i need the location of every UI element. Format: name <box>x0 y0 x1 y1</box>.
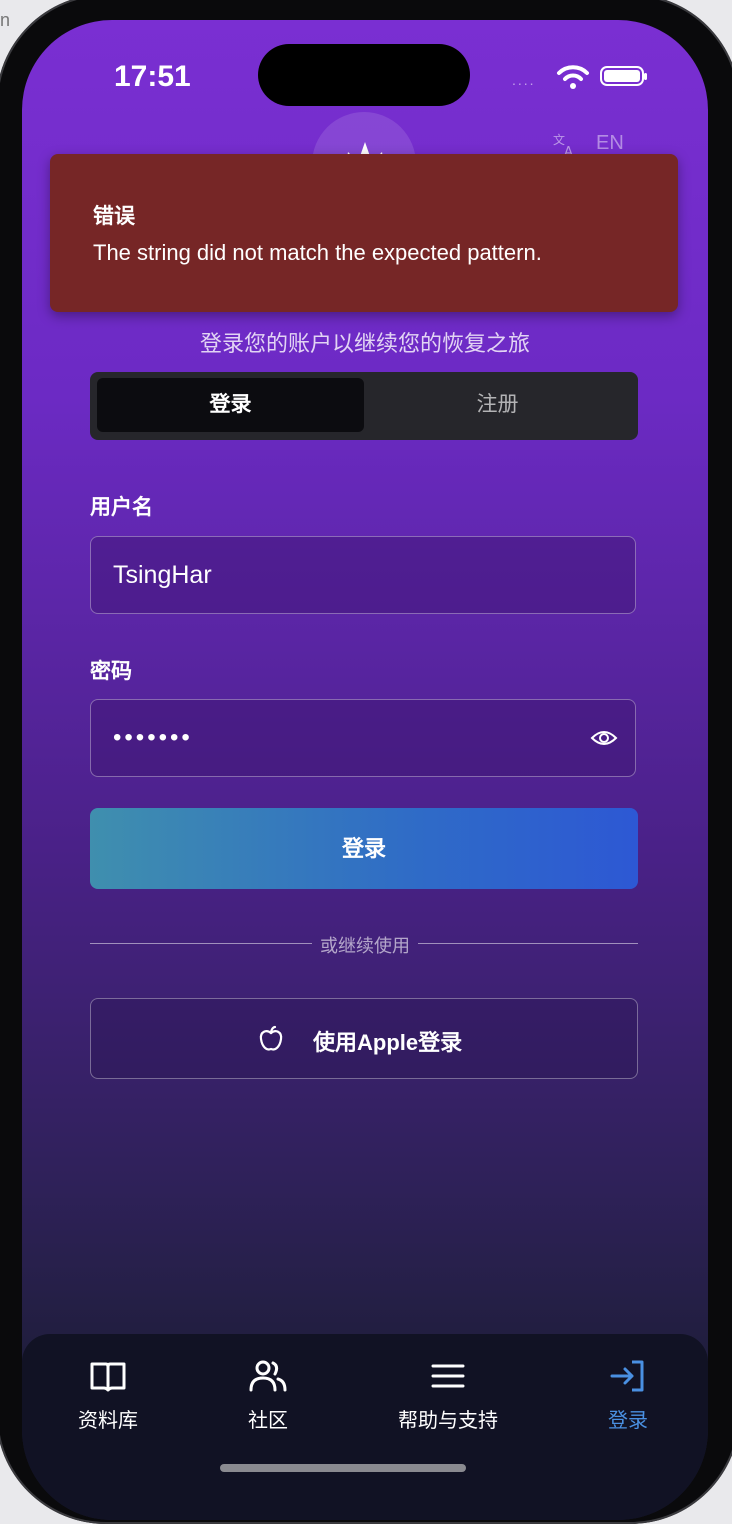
tab-help-label: 帮助与支持 <box>398 1410 498 1432</box>
password-input[interactable]: ••••••• <box>90 699 636 777</box>
battery-icon <box>600 66 647 86</box>
language-toggle[interactable]: EN <box>596 132 624 155</box>
signal-icon: .... <box>512 72 536 88</box>
dynamic-island <box>258 44 470 106</box>
error-title: 错误 <box>93 205 135 228</box>
tab-login-nav-label: 登录 <box>608 1410 648 1432</box>
users-icon <box>249 1360 287 1392</box>
book-icon <box>90 1362 126 1392</box>
login-submit-button[interactable]: 登录 <box>90 808 638 889</box>
login-subtitle: 登录您的账户以继续您的恢复之旅 <box>199 331 530 356</box>
wifi-icon <box>557 65 589 89</box>
home-indicator <box>220 1464 466 1472</box>
login-icon <box>610 1360 644 1392</box>
bottom-tab-bar: 资料库 社区 帮助与支持 登录 <box>22 1334 708 1520</box>
username-input[interactable]: TsingHar <box>90 536 636 614</box>
menu-icon <box>431 1364 465 1388</box>
apple-icon <box>259 1025 283 1051</box>
tab-community-label: 社区 <box>248 1410 288 1432</box>
apple-signin-button[interactable]: 使用Apple登录 <box>90 998 638 1079</box>
auth-mode-selector: 登录 注册 <box>90 372 638 440</box>
status-time: 17:51 <box>114 60 191 93</box>
divider-text: 或继续使用 <box>320 936 410 956</box>
error-message: The string did not match the expected pa… <box>93 240 542 265</box>
username-label: 用户名 <box>90 496 153 519</box>
password-label: 密码 <box>90 660 132 683</box>
tab-login[interactable]: 登录 <box>97 378 364 432</box>
error-toast: 错误 The string did not match the expected… <box>50 154 678 312</box>
app-screen: 17:51 .... 文 A EN 错误 The string did not … <box>22 20 708 1520</box>
eye-icon[interactable] <box>590 728 618 748</box>
apple-signin-label: 使用Apple登录 <box>313 1030 463 1055</box>
corner-mark: n <box>0 10 11 30</box>
tab-library-label: 资料库 <box>78 1410 138 1432</box>
tab-register[interactable]: 注册 <box>364 378 631 432</box>
